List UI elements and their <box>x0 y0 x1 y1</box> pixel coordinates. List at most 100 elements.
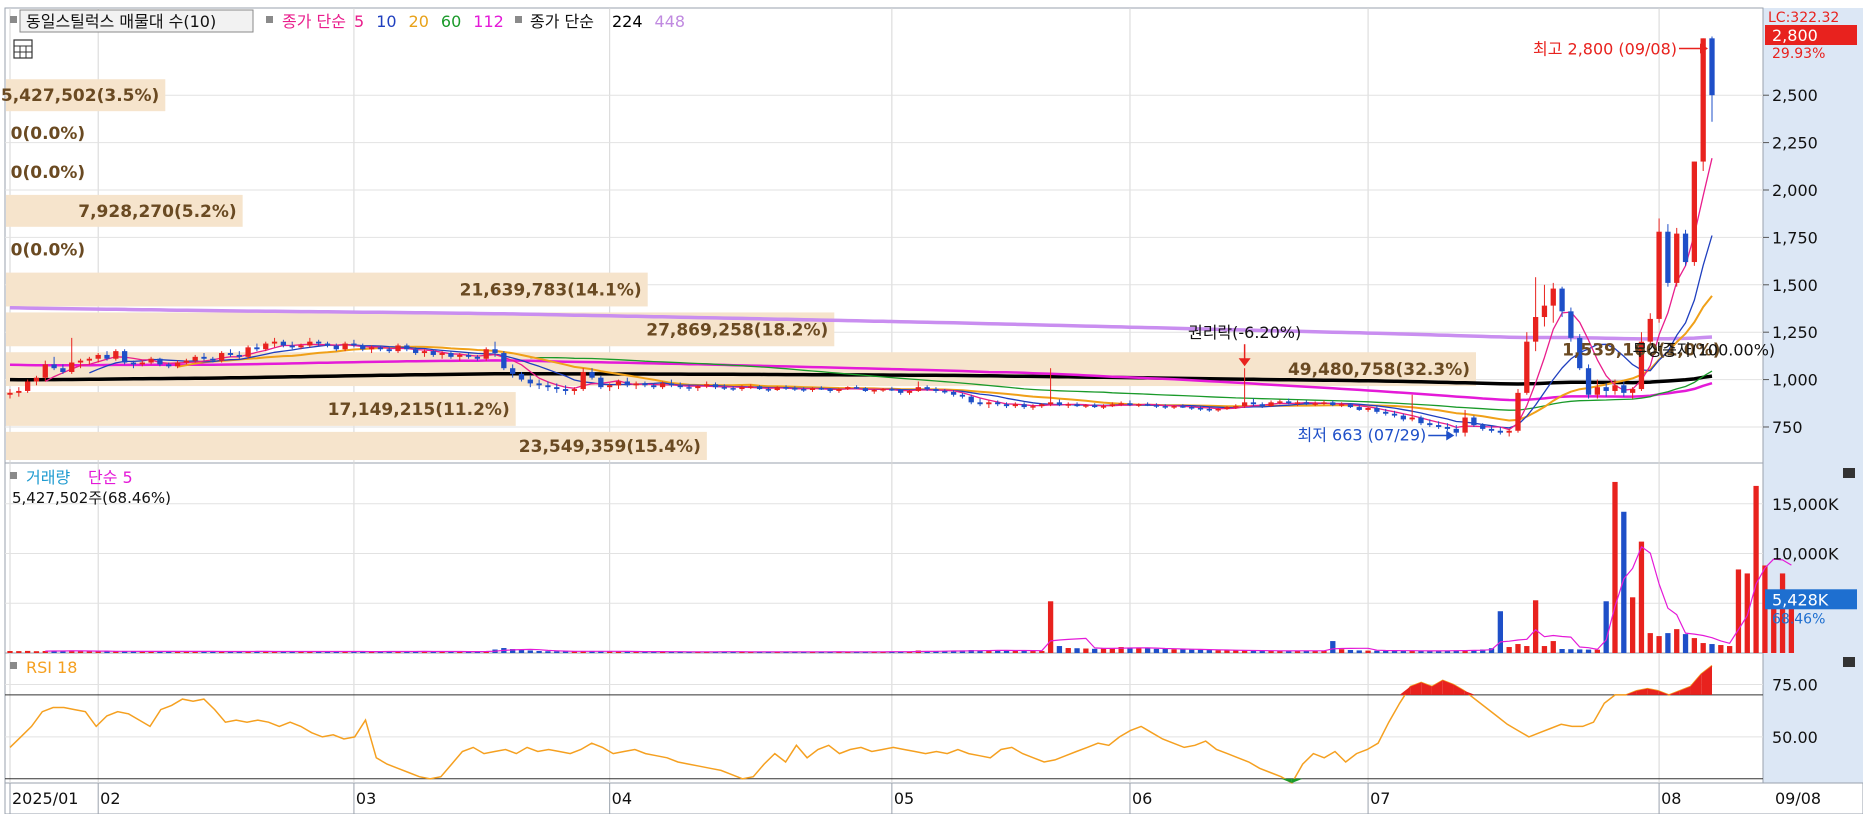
volume-bar <box>24 650 31 653</box>
candle-body <box>933 389 939 391</box>
candle-body <box>1092 405 1098 408</box>
candle-body <box>492 349 498 354</box>
volume-bar <box>1559 649 1565 653</box>
volume-bar <box>536 651 542 653</box>
volume-bar <box>1629 597 1636 653</box>
volume-profile-label: 17,149,215(11.2%) <box>328 400 510 420</box>
candle-body <box>148 358 154 363</box>
volume-bar <box>1594 649 1601 653</box>
candle-body <box>1312 403 1318 405</box>
volume-bar <box>1162 649 1168 653</box>
candle-body <box>562 389 569 391</box>
candle-body <box>60 368 66 372</box>
x-tick-label: 2025/01 <box>12 789 78 808</box>
candle-body <box>413 349 419 354</box>
volume-bar <box>1074 648 1080 653</box>
candle-body <box>1709 38 1715 96</box>
volume-bar <box>1330 641 1336 653</box>
candle-body <box>906 390 913 393</box>
candle-body <box>827 389 833 391</box>
candle-body <box>16 390 22 393</box>
candle-body <box>1250 402 1257 405</box>
candle-body <box>316 341 322 344</box>
volume-bar <box>1612 481 1618 653</box>
candle-body <box>1171 406 1177 408</box>
last-price-label: 2,800 <box>1772 26 1818 45</box>
candle-body <box>721 387 727 389</box>
candle-body <box>1030 406 1036 408</box>
volume-bar <box>1621 511 1627 653</box>
volume-bar <box>1065 648 1071 653</box>
candle-body <box>1356 407 1362 410</box>
volume-bar <box>1577 649 1583 653</box>
volume-bar <box>1726 646 1733 653</box>
candle-body <box>1515 392 1521 431</box>
candle-body <box>545 385 551 388</box>
candle-body <box>1647 318 1653 342</box>
candle-body <box>995 402 1001 405</box>
candle-body <box>210 358 216 361</box>
volume-bar <box>1550 641 1556 653</box>
rsi-tick-label: 75.00 <box>1772 675 1818 694</box>
candle-body <box>377 347 384 350</box>
rsi-oversold-fill <box>1291 778 1303 783</box>
calculator-icon[interactable] <box>13 39 33 59</box>
candle-body <box>1462 417 1468 433</box>
candle-body <box>765 389 772 391</box>
candle-body <box>880 389 886 391</box>
volume-pane-toggle-icon[interactable] <box>1843 468 1855 478</box>
volume-bar <box>1056 646 1063 653</box>
candle-body <box>1162 406 1168 408</box>
candle-body <box>1435 425 1442 427</box>
candle-body <box>113 351 119 359</box>
candle-body <box>624 381 630 386</box>
candle-body <box>1506 430 1512 433</box>
volume-bar <box>1682 634 1689 653</box>
price-tick-label: 2,000 <box>1772 181 1818 200</box>
volume-profile-label: 23,549,359(15.4%) <box>519 437 701 457</box>
candle-body <box>1127 403 1133 406</box>
candle-body <box>871 390 877 392</box>
volume-bar <box>1700 643 1706 653</box>
volume-bar <box>1189 649 1195 653</box>
rsi-overbought-fill <box>1701 665 1712 695</box>
candle-body <box>7 392 13 395</box>
price-legend: 동일스틸럭스 매물대 수(10) 종가 단순 5 10 20 60 112 종가 단순 … <box>10 9 686 33</box>
candle-body <box>227 353 234 355</box>
low-annotation: 최저 663 (07/29) <box>1298 425 1427 444</box>
price-tick-label: 1,000 <box>1772 371 1818 390</box>
candle-body <box>510 368 516 374</box>
volume-bar <box>1374 650 1380 653</box>
volume-bar <box>1180 649 1186 653</box>
x-tick-label: 08 <box>1661 789 1681 808</box>
volume-bar <box>1718 645 1724 653</box>
candle-body <box>139 362 145 365</box>
price-tick-label: 750 <box>1772 418 1803 437</box>
ma2-period-224: 224 <box>612 12 643 31</box>
candle-body <box>1550 288 1556 306</box>
candle-body <box>1347 404 1354 408</box>
ma2-period-448: 448 <box>655 12 686 31</box>
volume-bar <box>1100 648 1107 653</box>
candle-body <box>474 356 481 359</box>
candle-body <box>677 385 683 388</box>
volume-bar <box>1171 649 1177 653</box>
candle-body <box>1136 404 1142 406</box>
stock-chart[interactable]: 5,427,502(3.5%) 0(0.0%) 0(0.0%) 7,928,270(5… <box>0 0 1863 814</box>
candle-body <box>1047 402 1054 405</box>
candle-body <box>651 385 657 388</box>
rsi-tick-label: 50.00 <box>1772 728 1818 747</box>
bonus-issue-annotation: 무상증자(100.00%) <box>1633 340 1776 359</box>
volume-bar <box>1224 650 1230 653</box>
volume-bar <box>1515 644 1521 653</box>
rsi-pane-toggle-icon[interactable] <box>1843 657 1855 667</box>
rsi-title: RSI 18 <box>26 658 77 677</box>
candle-body <box>527 379 533 384</box>
candle-body <box>421 351 428 354</box>
candle-body <box>942 390 948 393</box>
candle-body <box>324 343 331 346</box>
candle-body <box>977 402 983 405</box>
candle-body <box>836 389 842 391</box>
candle-body <box>1532 317 1539 342</box>
candle-body <box>695 386 701 389</box>
